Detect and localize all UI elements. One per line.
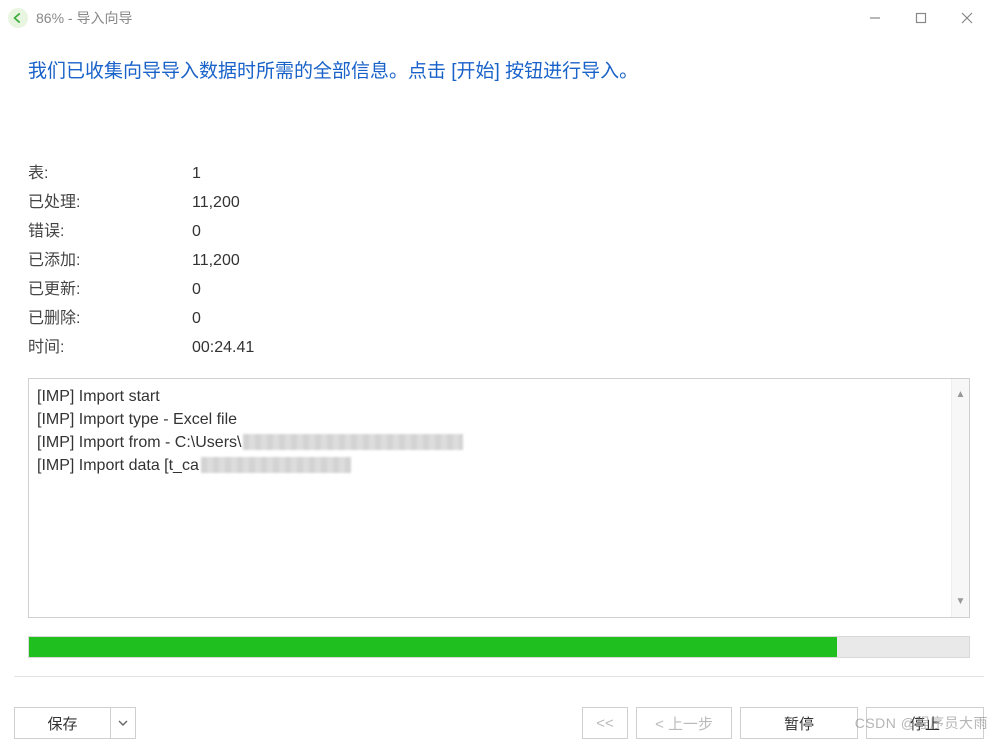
stat-value: 0	[192, 304, 201, 333]
stat-value: 11,200	[192, 246, 240, 275]
stat-value: 0	[192, 275, 201, 304]
stat-label: 已处理:	[28, 188, 192, 217]
stat-value: 0	[192, 217, 201, 246]
scrollbar[interactable]: ▲ ▼	[951, 379, 969, 617]
log-line: [IMP] Import type - Excel file	[37, 408, 949, 431]
log-output[interactable]: [IMP] Import start [IMP] Import type - E…	[28, 378, 970, 618]
stat-label: 已更新:	[28, 275, 192, 304]
stat-label: 时间:	[28, 333, 192, 362]
titlebar: 86% - 导入向导	[0, 0, 998, 36]
stat-value: 00:24.41	[192, 333, 254, 362]
first-page-button[interactable]: <<	[582, 707, 628, 739]
stat-value: 11,200	[192, 188, 240, 217]
scroll-up-icon[interactable]: ▲	[956, 383, 966, 406]
save-dropdown-button[interactable]	[110, 707, 136, 739]
log-text: [IMP] Import data [t_ca	[37, 457, 199, 474]
separator	[14, 676, 984, 677]
prev-label: < 上一步	[655, 713, 713, 734]
stat-row: 错误: 0	[28, 217, 970, 246]
app-icon	[8, 8, 28, 28]
log-line: [IMP] Import data [t_ca	[37, 454, 949, 477]
log-text: [IMP] Import type - Excel file	[37, 411, 237, 428]
log-text: [IMP] Import from - C:\Users\	[37, 434, 241, 451]
stat-row: 时间: 00:24.41	[28, 333, 970, 362]
close-button[interactable]	[944, 2, 990, 34]
pause-label: 暂停	[784, 713, 814, 734]
window-controls	[852, 2, 990, 34]
log-line: [IMP] Import start	[37, 385, 949, 408]
stat-label: 已添加:	[28, 246, 192, 275]
save-button[interactable]: 保存	[14, 707, 110, 739]
log-line: [IMP] Import from - C:\Users\	[37, 431, 949, 454]
chevron-down-icon	[118, 720, 128, 726]
header-message: 我们已收集向导导入数据时所需的全部信息。点击 [开始] 按钮进行导入。	[0, 36, 998, 97]
save-split-button: 保存	[14, 707, 136, 739]
stat-row: 已更新: 0	[28, 275, 970, 304]
progress-fill	[29, 637, 837, 657]
prev-step-button[interactable]: < 上一步	[636, 707, 732, 739]
stat-row: 表: 1	[28, 159, 970, 188]
scroll-down-icon[interactable]: ▼	[956, 590, 966, 613]
stat-label: 已删除:	[28, 304, 192, 333]
pause-button[interactable]: 暂停	[740, 707, 858, 739]
stop-button[interactable]: 停止	[866, 707, 984, 739]
minimize-button[interactable]	[852, 2, 898, 34]
redacted-text	[243, 434, 463, 450]
stat-label: 表:	[28, 159, 192, 188]
maximize-button[interactable]	[898, 2, 944, 34]
first-label: <<	[596, 715, 614, 732]
redacted-text	[201, 457, 351, 473]
footer: 保存 << < 上一步 暂停 停止	[0, 707, 998, 739]
progress-bar	[28, 636, 970, 658]
stats-panel: 表: 1 已处理: 11,200 错误: 0 已添加: 11,200 已更新: …	[0, 97, 998, 372]
window-title: 86% - 导入向导	[36, 8, 132, 28]
save-label: 保存	[47, 713, 77, 734]
stat-value: 1	[192, 159, 201, 188]
stop-label: 停止	[910, 713, 940, 734]
stat-label: 错误:	[28, 217, 192, 246]
stat-row: 已处理: 11,200	[28, 188, 970, 217]
stat-row: 已删除: 0	[28, 304, 970, 333]
stat-row: 已添加: 11,200	[28, 246, 970, 275]
log-text: [IMP] Import start	[37, 388, 160, 405]
